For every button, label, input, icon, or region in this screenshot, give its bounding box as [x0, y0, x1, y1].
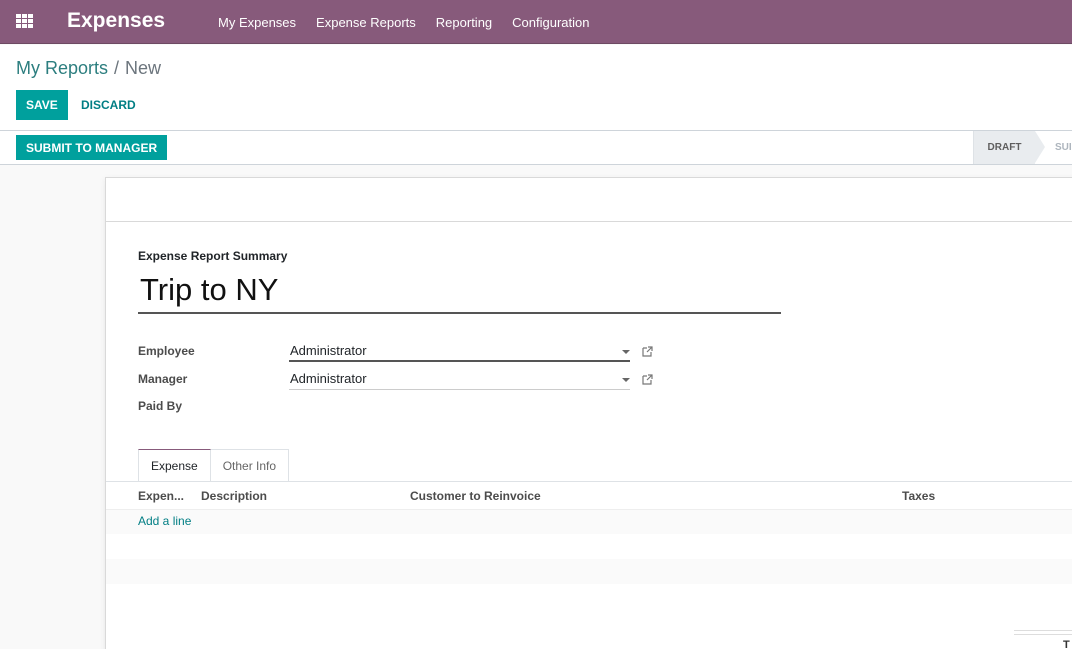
total-label: T [1063, 639, 1070, 649]
manager-label: Manager [138, 372, 188, 386]
stage-draft[interactable]: DRAFT [973, 131, 1035, 164]
save-button[interactable]: SAVE [16, 90, 68, 120]
paid-by-label: Paid By [138, 399, 183, 413]
breadcrumb: My Reports / New [16, 58, 161, 79]
employee-label: Employee [138, 344, 195, 358]
column-taxes[interactable]: Taxes [902, 489, 935, 503]
manager-dropdown-icon[interactable] [622, 378, 630, 382]
totals-divider [1014, 630, 1072, 635]
stage-submitted[interactable]: SUI [1055, 131, 1072, 164]
employee-field[interactable]: Administrator [289, 340, 630, 362]
top-navbar: Expenses My Expenses Expense Reports Rep… [0, 0, 1072, 44]
notebook-tabs: Expense Other Info [138, 449, 290, 482]
add-line-row: Add a line [106, 510, 1072, 534]
button-box [106, 178, 1072, 222]
breadcrumb-separator: / [114, 58, 120, 78]
manager-field[interactable]: Administrator [289, 368, 630, 390]
main-menu: My Expenses Expense Reports Reporting Co… [208, 0, 599, 44]
status-bar: SUBMIT TO MANAGER DRAFT SUI [0, 131, 1072, 165]
apps-grid-icon[interactable] [16, 14, 34, 28]
column-customer-to-reinvoice[interactable]: Customer to Reinvoice [410, 489, 541, 503]
summary-label: Expense Report Summary [138, 249, 288, 263]
empty-row [106, 534, 1072, 559]
form-sheet: Expense Report Summary Trip to NY Employ… [105, 177, 1072, 649]
tab-expense[interactable]: Expense [138, 449, 211, 482]
menu-expense-reports[interactable]: Expense Reports [306, 15, 426, 30]
control-panel: My Reports / New SAVE DISCARD [0, 45, 1072, 131]
add-a-line-link[interactable]: Add a line [138, 514, 191, 528]
employee-external-link-icon[interactable] [641, 345, 654, 358]
menu-reporting[interactable]: Reporting [426, 15, 502, 30]
column-description[interactable]: Description [201, 489, 267, 503]
breadcrumb-my-reports[interactable]: My Reports [16, 58, 108, 78]
manager-external-link-icon[interactable] [641, 373, 654, 386]
empty-row [106, 559, 1072, 584]
discard-button[interactable]: DISCARD [81, 90, 136, 120]
employee-dropdown-icon[interactable] [622, 350, 630, 354]
stage-arrow [1035, 131, 1045, 163]
expense-list-header: Expen... Description Customer to Reinvoi… [106, 482, 1072, 510]
menu-my-expenses[interactable]: My Expenses [208, 15, 306, 30]
report-title-input[interactable]: Trip to NY [138, 268, 781, 314]
column-expense-date[interactable]: Expen... [138, 489, 184, 503]
submit-to-manager-button[interactable]: SUBMIT TO MANAGER [16, 135, 168, 160]
tab-other-info[interactable]: Other Info [210, 449, 290, 482]
breadcrumb-current: New [125, 58, 162, 78]
menu-configuration[interactable]: Configuration [502, 15, 599, 30]
app-brand[interactable]: Expenses [67, 9, 165, 33]
